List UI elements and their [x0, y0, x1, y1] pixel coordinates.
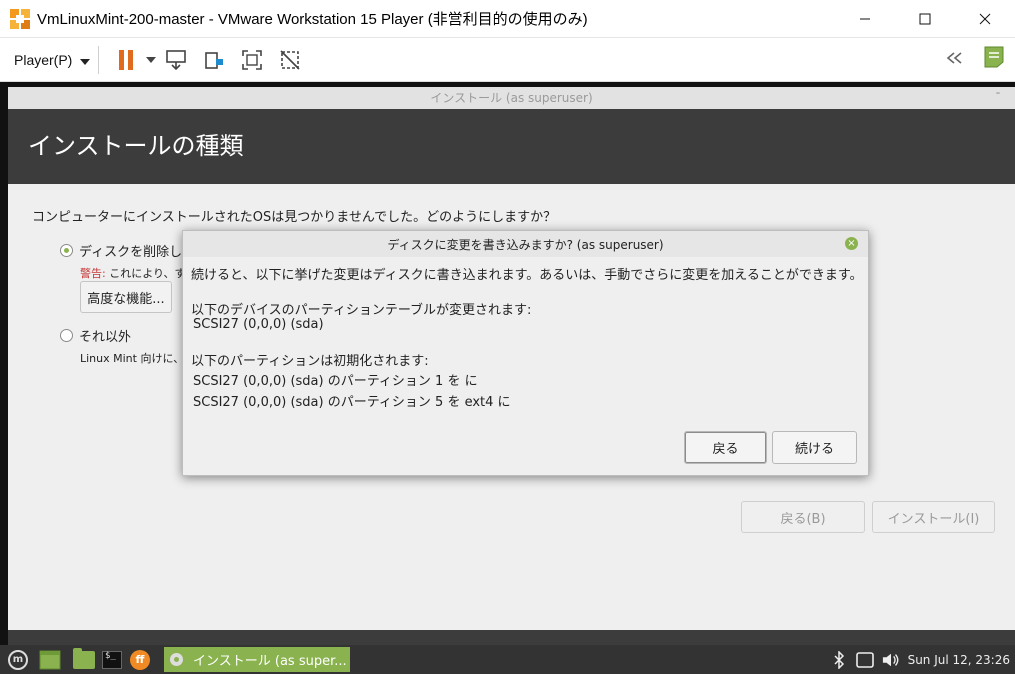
- option-erase-disk-label: ディスクを削除して: [79, 245, 195, 260]
- dialog-title: ディスクに変更を書き込みますか? (as superuser): [387, 238, 664, 252]
- dialog-back-button[interactable]: 戻る: [684, 431, 767, 464]
- maximize-button[interactable]: [895, 0, 955, 38]
- library-notes-icon[interactable]: [983, 45, 1005, 73]
- volume-icon[interactable]: [882, 651, 900, 669]
- close-button[interactable]: [955, 0, 1015, 38]
- dialog-titlebar: ディスクに変更を書き込みますか? (as superuser) ×: [183, 231, 868, 257]
- show-desktop-icon[interactable]: [39, 649, 61, 671]
- installer-minimize-icon[interactable]: ˉ: [995, 87, 1001, 109]
- vmware-toolbar: Player(P): [0, 38, 1015, 82]
- toolbar-divider: [98, 45, 100, 74]
- format-heading: 以下のパーティションは初期化されます:: [191, 354, 429, 369]
- pause-icon[interactable]: [113, 47, 139, 73]
- clock[interactable]: Sun Jul 12, 23:26: [908, 653, 1010, 667]
- files-folder-icon[interactable]: [73, 647, 95, 671]
- option-something-else-label: それ以外: [79, 330, 132, 345]
- toolbar-right: [945, 45, 1005, 73]
- dialog-intro: 続けると、以下に挙げた変更はディスクに書き込まれます。あるいは、手動でさらに変更…: [191, 268, 863, 283]
- installer-titlebar: インストール (as superuser) ˉ: [8, 87, 1015, 109]
- send-ctrl-alt-del-icon[interactable]: [163, 47, 189, 73]
- back-button[interactable]: 戻る(B): [741, 501, 865, 533]
- fullscreen-icon[interactable]: [239, 47, 265, 73]
- radio-something-else[interactable]: [60, 329, 73, 342]
- network-icon[interactable]: [855, 651, 874, 669]
- install-question: コンピューターにインストールされたOSは見つかりませんでした。どのようにしますか…: [32, 210, 557, 225]
- minimize-button[interactable]: [835, 0, 895, 38]
- collapse-icon[interactable]: [945, 50, 965, 69]
- vmware-logo-icon: [9, 8, 31, 30]
- installer-disc-icon: [170, 653, 183, 666]
- confirm-dialog: ディスクに変更を書き込みますか? (as superuser) × 続けると、以…: [182, 230, 869, 476]
- system-tray: Sun Jul 12, 23:26: [830, 645, 1010, 674]
- warning-body: これにより、す: [105, 267, 186, 280]
- warning-label: 警告:: [80, 267, 106, 280]
- window-controls: [835, 0, 1015, 38]
- pause-dropdown-icon[interactable]: [145, 47, 157, 73]
- player-menu[interactable]: Player(P): [14, 51, 91, 68]
- firefox-icon[interactable]: ff: [129, 649, 151, 671]
- terminal-icon[interactable]: $_: [101, 649, 123, 671]
- format-line-1: SCSI27 (0,0,0) (sda) のパーティション 1 を に: [193, 374, 478, 389]
- screen: VmLinuxMint-200-master - VMware Workstat…: [0, 0, 1015, 674]
- taskbar-item-installer[interactable]: インストール (as super...: [164, 647, 350, 672]
- option-erase-disk[interactable]: ディスクを削除して: [60, 241, 195, 260]
- window-title: VmLinuxMint-200-master - VMware Workstat…: [37, 11, 588, 28]
- format-line-2: SCSI27 (0,0,0) (sda) のパーティション 5 を ext4 に: [193, 395, 511, 410]
- taskbar-item-label: インストール (as super...: [193, 654, 347, 669]
- chevron-down-icon: [80, 52, 91, 68]
- option-something-else[interactable]: それ以外: [60, 326, 131, 345]
- bluetooth-icon[interactable]: [830, 650, 848, 669]
- partition-table-heading: 以下のデバイスのパーティションテーブルが変更されます:: [191, 303, 532, 318]
- player-menu-label: Player(P): [14, 51, 73, 68]
- mint-menu-icon[interactable]: m: [7, 649, 29, 671]
- install-button[interactable]: インストール(I): [872, 501, 995, 533]
- radio-erase-disk[interactable]: [60, 244, 73, 257]
- removable-devices-icon[interactable]: [201, 47, 227, 73]
- unity-mode-icon[interactable]: [277, 47, 303, 73]
- close-icon[interactable]: ×: [845, 237, 858, 250]
- vmware-titlebar: VmLinuxMint-200-master - VMware Workstat…: [0, 0, 1015, 38]
- installer-title: インストール (as superuser): [430, 91, 593, 105]
- dialog-continue-button[interactable]: 続ける: [772, 431, 857, 464]
- partition-table-device: SCSI27 (0,0,0) (sda): [193, 317, 324, 332]
- page-title: インストールの種類: [8, 109, 1015, 184]
- advanced-features-button[interactable]: 高度な機能...: [80, 281, 172, 313]
- warning-text: 警告: これにより、す: [80, 265, 186, 281]
- taskbar: m $_ ff インストール (as super... Sun Jul 12, …: [0, 645, 1015, 674]
- option-something-else-desc: Linux Mint 向けに、: [80, 352, 185, 365]
